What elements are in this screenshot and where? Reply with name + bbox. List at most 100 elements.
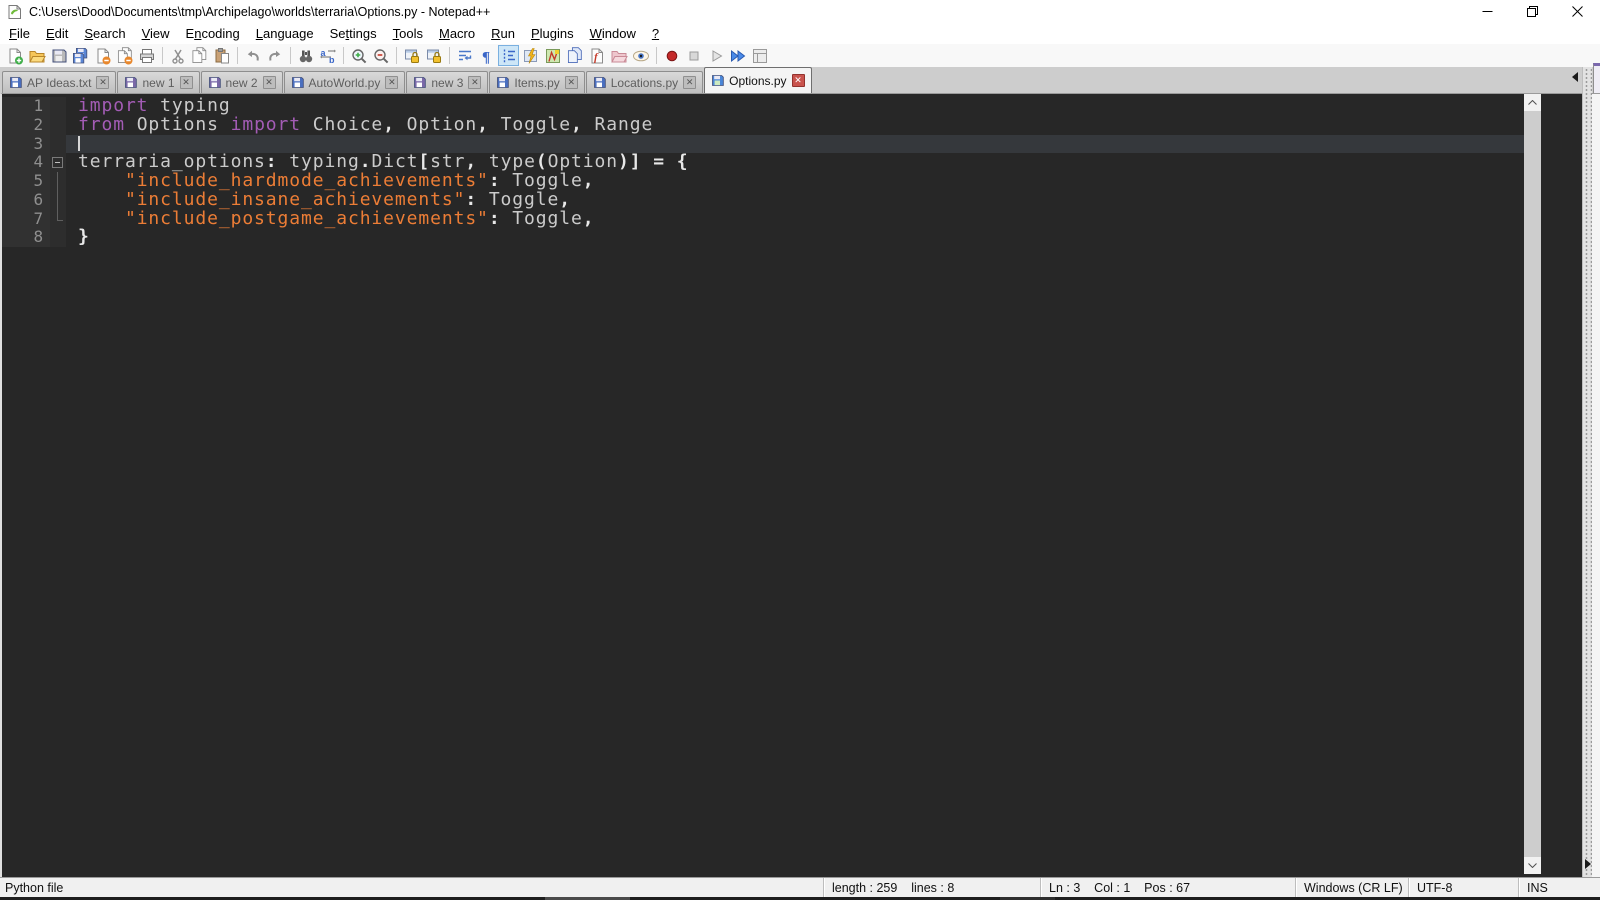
tab-items-py[interactable]: Items.py ✕ [489,71,585,93]
menu-item-edit[interactable]: Edit [40,24,74,43]
fold-margin [50,172,66,191]
status-length-lines[interactable]: length : 259 lines : 8 [823,878,1040,897]
replace-button[interactable]: ab [317,45,338,66]
scrollbar-thumb[interactable] [1524,111,1541,857]
find-button[interactable] [295,45,316,66]
code-line-7[interactable]: 7 "include_postgame_achievements": Toggl… [2,209,1524,229]
word-wrap-button[interactable] [454,45,475,66]
code-editor[interactable]: 1 import typing 2 from Options import Choic… [2,94,1524,877]
save-button[interactable] [48,45,69,66]
tab-options-py[interactable]: Options.py ✕ [704,67,812,93]
code-line-2[interactable]: 2 from Options import Choice, Option, Tog… [2,115,1524,135]
minimize-button[interactable] [1465,0,1510,23]
tab-close-icon[interactable]: ✕ [791,74,805,87]
menu-item-view[interactable]: View [136,24,176,43]
menu-item-encoding[interactable]: Encoding [180,24,246,43]
macro-record-button[interactable] [661,45,682,66]
user-defined-language-button[interactable] [520,45,541,66]
toolbar-separator [343,47,344,64]
menu-item-[interactable]: ? [646,24,665,43]
save-all-button[interactable] [70,45,91,66]
status-bar: Python file length : 259 lines : 8 Ln : 3 … [0,877,1600,897]
tab-scroll-right-icon[interactable] [1585,859,1591,869]
fold-margin [50,190,66,210]
cut-button[interactable] [167,45,188,66]
sync-vertical-scroll-button[interactable] [401,45,422,66]
tab-close-icon[interactable]: ✕ [683,76,697,89]
tab-close-icon[interactable]: ✕ [262,76,276,89]
tab-close-icon[interactable]: ✕ [96,76,110,89]
tab-locations-py[interactable]: Locations.py ✕ [585,71,704,93]
document-list-button[interactable] [564,45,585,66]
status-eol-format[interactable]: Windows (CR LF) [1295,878,1408,897]
macro-save-button[interactable] [749,45,770,66]
open-folder-button[interactable] [26,45,47,66]
scroll-down-arrow-icon[interactable] [1524,857,1541,874]
menu-item-search[interactable]: Search [78,24,131,43]
tab-new-2[interactable]: new 2 ✕ [200,71,283,93]
tab-ap-ideas-txt[interactable]: AP Ideas.txt ✕ [2,71,117,93]
tab-autoworld-py[interactable]: AutoWorld.py ✕ [283,71,406,93]
toolbar-separator [237,47,238,64]
menu-item-plugins[interactable]: Plugins [525,24,580,43]
code-line-8[interactable]: 8} [2,227,1524,247]
menu-item-tools[interactable]: Tools [387,24,429,43]
menu-item-settings[interactable]: Settings [324,24,383,43]
sync-vertical-scroll-icon [404,49,419,63]
menu-item-language[interactable]: Language [250,24,320,43]
unsaved-floppy-icon [208,77,221,88]
status-cursor-position[interactable]: Ln : 3 Col : 1 Pos : 67 [1040,878,1295,897]
restore-button[interactable] [1510,0,1555,23]
menu-item-macro[interactable]: Macro [433,24,481,43]
close-button[interactable] [1555,0,1600,23]
monitoring-eye-button[interactable] [630,45,651,66]
zoom-out-button[interactable] [370,45,391,66]
cut-icon [171,49,184,64]
user-defined-language-icon [523,47,537,64]
tab-close-icon[interactable]: ✕ [385,76,399,89]
new-file-button[interactable] [4,45,25,66]
show-indent-guide-button[interactable] [498,45,519,66]
print-button[interactable] [136,45,157,66]
menu-item-run[interactable]: Run [485,24,521,43]
vertical-scrollbar[interactable] [1524,94,1541,874]
scroll-up-arrow-icon[interactable] [1524,94,1541,111]
macro-play-button[interactable] [705,45,726,66]
folder-as-workspace-button[interactable] [608,45,629,66]
tab-close-icon[interactable]: ✕ [564,76,578,89]
tab-new-3[interactable]: new 3 ✕ [406,71,489,93]
fold-margin-collapse-icon[interactable] [50,153,66,172]
tab-close-icon[interactable]: ✕ [468,76,482,89]
paste-button[interactable] [211,45,232,66]
sync-horizontal-scroll-button[interactable] [423,45,444,66]
macro-run-multiple-button[interactable] [727,45,748,66]
copy-icon [191,46,206,63]
close-all-button[interactable] [114,45,135,66]
menu-item-window[interactable]: Window [584,24,642,43]
undo-button[interactable] [242,45,263,66]
tab-close-icon[interactable]: ✕ [179,76,193,89]
tab-bar: AP Ideas.txt ✕ new 1 ✕ new 2 ✕ AutoWorld.py ✕ ne… [0,63,1600,93]
status-doc-type[interactable]: Python file [0,878,823,897]
menu-item-file[interactable]: File [3,24,36,43]
save-all-icon [72,47,87,63]
panel-splitter[interactable] [1582,67,1592,877]
macro-save-icon [752,48,767,63]
line-number: 2 [2,115,50,135]
toolbar-separator [396,47,397,64]
function-list-button[interactable]: f [586,45,607,66]
document-map-button[interactable] [542,45,563,66]
macro-stop-button[interactable] [683,45,704,66]
tab-scroll-left-icon[interactable] [1572,72,1578,82]
zoom-in-button[interactable] [348,45,369,66]
partial-docked-tab[interactable] [1593,63,1600,93]
status-insert-mode[interactable]: INS [1518,878,1600,897]
copy-button[interactable] [189,45,210,66]
monitoring-eye-icon [632,50,649,61]
close-file-button[interactable] [92,45,113,66]
show-all-characters-button[interactable]: ¶ [476,45,497,66]
show-indent-guide-icon [503,49,515,62]
redo-button[interactable] [264,45,285,66]
status-encoding[interactable]: UTF-8 [1408,878,1518,897]
tab-new-1[interactable]: new 1 ✕ [117,71,200,93]
